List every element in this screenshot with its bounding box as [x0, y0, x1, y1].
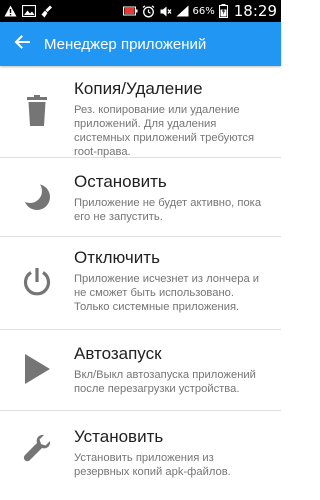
item-description: Вкл/Выкл автозапуска приложений после пе…: [74, 369, 256, 395]
item-title: Установить: [74, 427, 164, 446]
item-description: Рез. копирование или удаление приложений…: [74, 104, 255, 158]
item-title: Копия/Удаление: [74, 79, 203, 98]
back-button[interactable]: [0, 22, 44, 66]
moon-icon: [14, 174, 60, 220]
battery-icon: [218, 4, 228, 18]
image-icon: [22, 5, 36, 17]
item-title: Остановить: [74, 172, 167, 191]
signal-icon: [176, 5, 189, 17]
list-item-stop[interactable]: Остановить Приложение не будет активно, …: [0, 158, 281, 237]
app-bar: Менеджер приложений: [0, 22, 281, 66]
alarm-icon: [142, 4, 155, 18]
page-title: Менеджер приложений: [44, 35, 207, 53]
cleaner-icon: [41, 5, 53, 18]
battery-charging-icon: [122, 6, 138, 16]
status-system: 66% 18:29: [122, 2, 277, 20]
action-list: Копия/Удаление Рез. копирование или удал…: [0, 66, 281, 486]
list-item-autostart[interactable]: Автозапуск Вкл/Выкл автозапуска приложен…: [0, 330, 281, 411]
arrow-left-icon: [14, 34, 30, 54]
battery-percent: 66%: [192, 5, 215, 17]
mute-icon: [159, 5, 172, 18]
item-description: Приложение исчезнет из лончера и не смож…: [74, 273, 260, 313]
list-item-backup-uninstall[interactable]: Копия/Удаление Рез. копирование или удал…: [0, 66, 281, 158]
item-description: Установить приложения из резервных копий…: [74, 452, 231, 478]
list-item-install[interactable]: Установить Установить приложения из резе…: [0, 411, 281, 486]
wrench-icon: [14, 425, 60, 471]
play-icon: [14, 346, 60, 392]
item-description: Приложение не будет активно, пока его не…: [74, 197, 262, 223]
item-title: Отключить: [74, 248, 160, 267]
item-title: Автозапуск: [74, 344, 162, 363]
trash-icon: [14, 88, 60, 134]
status-bar: 66% 18:29: [0, 0, 281, 22]
status-notifications: [4, 5, 53, 18]
power-icon: [14, 259, 60, 305]
clock: 18:29: [233, 2, 277, 20]
warning-icon: [4, 5, 17, 17]
list-item-disable[interactable]: Отключить Приложение исчезнет из лончера…: [0, 237, 281, 330]
